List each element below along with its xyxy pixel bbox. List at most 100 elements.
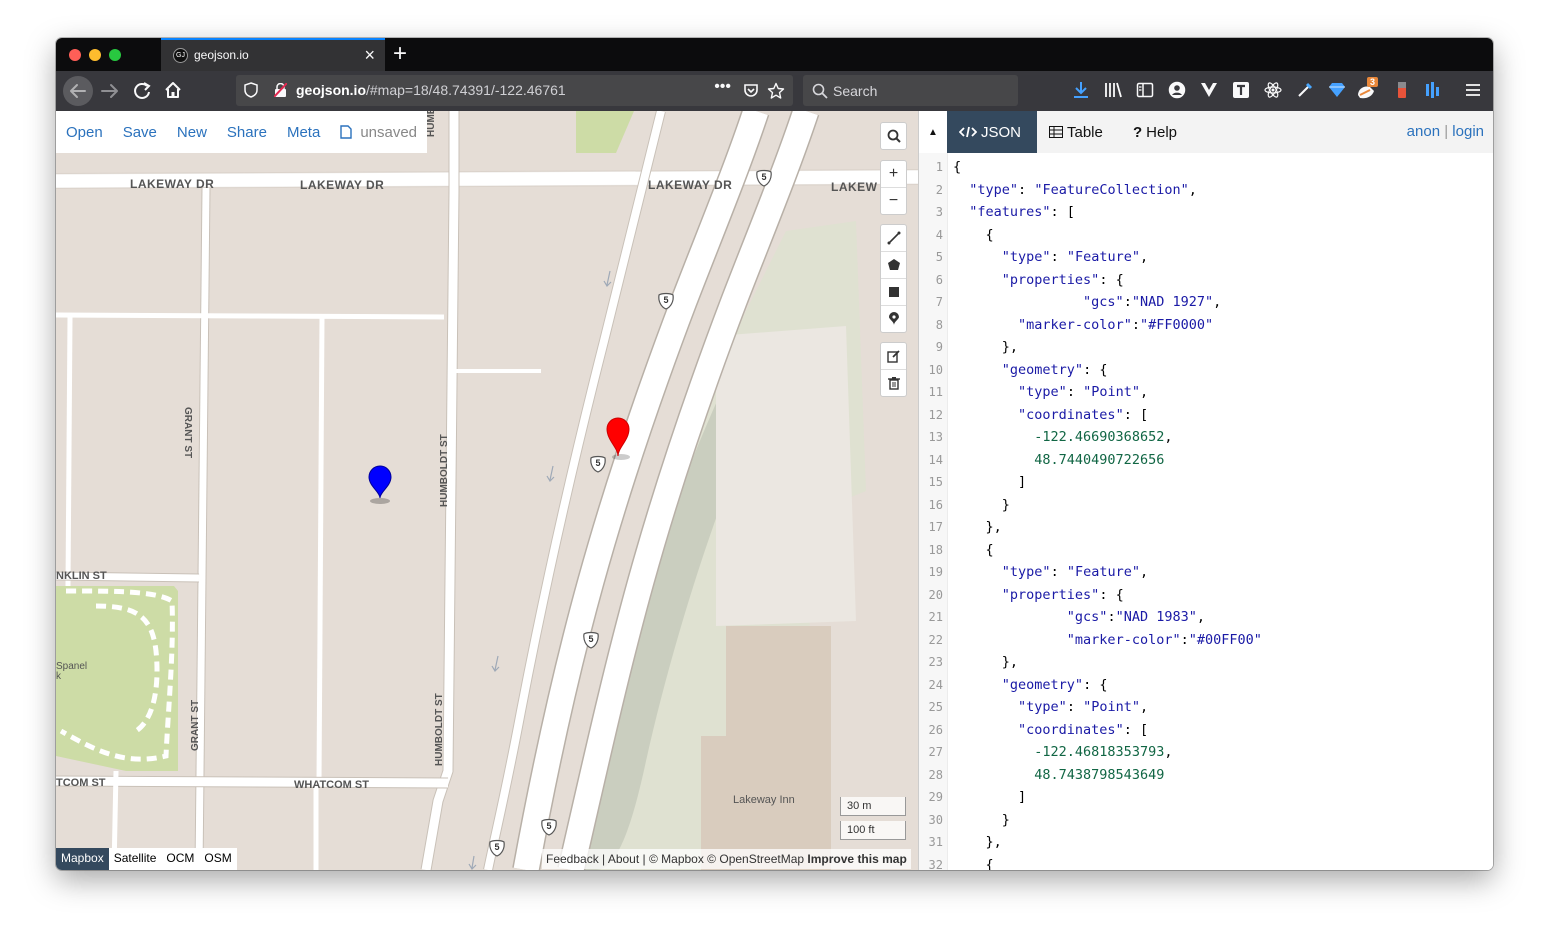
code-line[interactable]: -122.46818353793, xyxy=(953,744,1172,760)
code-line[interactable]: "marker-color":"#00FF00" xyxy=(953,632,1262,648)
code-line[interactable]: ] xyxy=(953,474,1026,490)
draw-polygon-button[interactable] xyxy=(881,252,906,279)
map-basemap[interactable] xyxy=(56,111,918,870)
zoom-in-button[interactable]: + xyxy=(881,161,906,188)
code-line[interactable]: } xyxy=(953,497,1010,513)
code-line[interactable]: "type": "FeatureCollection", xyxy=(953,182,1197,198)
code-line[interactable]: "type": "Point", xyxy=(953,384,1148,400)
code-line[interactable]: } xyxy=(953,812,1010,828)
street-label: HUMBOLDT ST xyxy=(434,693,445,766)
home-icon[interactable] xyxy=(163,80,183,100)
react-devtools-icon[interactable] xyxy=(1264,81,1282,99)
code-line[interactable]: "type": "Feature", xyxy=(953,564,1148,580)
hamburger-menu-icon[interactable] xyxy=(1464,81,1482,99)
map-search-button[interactable] xyxy=(881,123,906,149)
code-line[interactable]: { xyxy=(953,227,994,243)
login-link[interactable]: login xyxy=(1452,123,1484,140)
map-view[interactable]: LAKEWAY DR LAKEWAY DR LAKEWAY DR LAKEW H… xyxy=(56,111,918,870)
zoom-window-button[interactable] xyxy=(109,49,121,61)
code-line[interactable]: "coordinates": [ xyxy=(953,407,1148,423)
code-line[interactable]: "geometry": { xyxy=(953,362,1108,378)
improve-map-link[interactable]: Improve this map xyxy=(807,852,906,866)
color-picker-icon[interactable] xyxy=(1296,81,1314,99)
code-line[interactable]: "gcs":"NAD 1983", xyxy=(953,609,1205,625)
account-icon[interactable] xyxy=(1168,81,1186,99)
code-line[interactable]: 48.7440490722656 xyxy=(953,452,1164,468)
search-input[interactable]: Search xyxy=(803,75,1018,106)
user-link[interactable]: anon xyxy=(1407,123,1440,140)
json-editor[interactable]: 1 2 3 4 5 6 7 8 9 10 11 12 13 14 15 16 17 18 19 20 21 22 23 24 2… xyxy=(919,153,1493,870)
zoom-out-button[interactable]: − xyxy=(881,188,906,214)
bookmark-star-icon[interactable] xyxy=(767,82,785,100)
code-line[interactable]: "properties": { xyxy=(953,272,1124,288)
page-actions-icon[interactable]: ••• xyxy=(714,78,731,96)
code-line[interactable]: -122.46690368652, xyxy=(953,429,1172,445)
draw-line-button[interactable] xyxy=(881,225,906,252)
collapse-panel-button[interactable]: ▲ xyxy=(919,111,947,153)
url-text[interactable]: geojson.io/#map=18/48.74391/-122.46761 xyxy=(296,82,566,98)
minimize-window-button[interactable] xyxy=(89,49,101,61)
credits-text[interactable]: © Mapbox © OpenStreetMap xyxy=(649,852,804,866)
extension-with-badge[interactable]: 3 xyxy=(1356,77,1380,101)
save-button[interactable]: Save xyxy=(123,124,157,141)
reload-icon[interactable] xyxy=(132,81,152,101)
code-line[interactable]: }, xyxy=(953,654,1018,670)
marker-red[interactable] xyxy=(605,416,635,460)
tab-json[interactable]: JSON xyxy=(947,111,1037,153)
bars-extension-icon[interactable] xyxy=(1424,81,1442,99)
code-line[interactable]: { xyxy=(953,857,994,871)
code-line[interactable]: "gcs":"NAD 1927", xyxy=(953,294,1221,310)
code-line[interactable]: }, xyxy=(953,519,1002,535)
draw-rectangle-button[interactable] xyxy=(881,279,906,306)
code-line[interactable]: "geometry": { xyxy=(953,677,1108,693)
line-number: 31 xyxy=(928,835,943,849)
browser-tab[interactable]: GJ geojson.io × xyxy=(161,38,385,71)
code-line[interactable]: "properties": { xyxy=(953,587,1124,603)
tracking-shield-icon[interactable] xyxy=(244,82,258,98)
about-link[interactable]: About xyxy=(608,852,639,866)
tab-help[interactable]: ? Help xyxy=(1121,111,1194,153)
close-window-button[interactable] xyxy=(69,49,81,61)
tab-table[interactable]: Table xyxy=(1037,111,1121,153)
park-area xyxy=(56,586,178,771)
code-line[interactable]: "marker-color":"#FF0000" xyxy=(953,317,1213,333)
code-line[interactable]: "type": "Point", xyxy=(953,699,1148,715)
share-button[interactable]: Share xyxy=(227,124,267,141)
diamond-icon[interactable] xyxy=(1328,81,1346,99)
library-icon[interactable] xyxy=(1104,81,1122,99)
code-line[interactable]: "coordinates": [ xyxy=(953,722,1148,738)
code-line[interactable]: }, xyxy=(953,339,1018,355)
back-icon[interactable] xyxy=(62,75,94,107)
code-line[interactable]: "type": "Feature", xyxy=(953,249,1148,265)
code-line[interactable]: { xyxy=(953,542,994,558)
text-extension-icon[interactable] xyxy=(1232,81,1250,99)
feedback-link[interactable]: Feedback xyxy=(546,852,599,866)
battery-extension-icon[interactable] xyxy=(1393,81,1411,99)
pocket-icon[interactable] xyxy=(743,83,759,99)
code-line[interactable]: ] xyxy=(953,789,1026,805)
new-button[interactable]: New xyxy=(177,124,207,141)
delete-layers-button[interactable] xyxy=(881,370,906,396)
marker-blue[interactable] xyxy=(367,464,395,504)
forward-icon[interactable] xyxy=(100,81,120,101)
code-line[interactable]: 48.7438798543649 xyxy=(953,767,1164,783)
code-line[interactable]: }, xyxy=(953,834,1002,850)
meta-button[interactable]: Meta xyxy=(287,124,320,141)
open-button[interactable]: Open xyxy=(66,124,103,141)
draw-marker-button[interactable] xyxy=(881,306,906,332)
layer-ocm-button[interactable]: OCM xyxy=(161,848,200,870)
layer-mapbox-button[interactable]: Mapbox xyxy=(56,848,109,870)
vue-devtools-icon[interactable] xyxy=(1200,81,1218,99)
url-bar[interactable]: geojson.io/#map=18/48.74391/-122.46761 •… xyxy=(236,75,793,106)
close-tab-icon[interactable]: × xyxy=(364,45,375,66)
layer-satellite-button[interactable]: Satellite xyxy=(108,848,162,870)
new-tab-icon[interactable]: + xyxy=(393,40,407,68)
street-label: LAKEWAY DR xyxy=(648,178,733,192)
sidebar-icon[interactable] xyxy=(1136,81,1154,99)
code-line[interactable]: "features": [ xyxy=(953,204,1075,220)
code-line[interactable]: { xyxy=(953,159,961,175)
edit-layers-button[interactable] xyxy=(881,343,906,370)
downloads-icon[interactable] xyxy=(1072,81,1090,99)
insecure-lock-icon[interactable] xyxy=(274,83,287,97)
layer-osm-button[interactable]: OSM xyxy=(199,848,237,870)
